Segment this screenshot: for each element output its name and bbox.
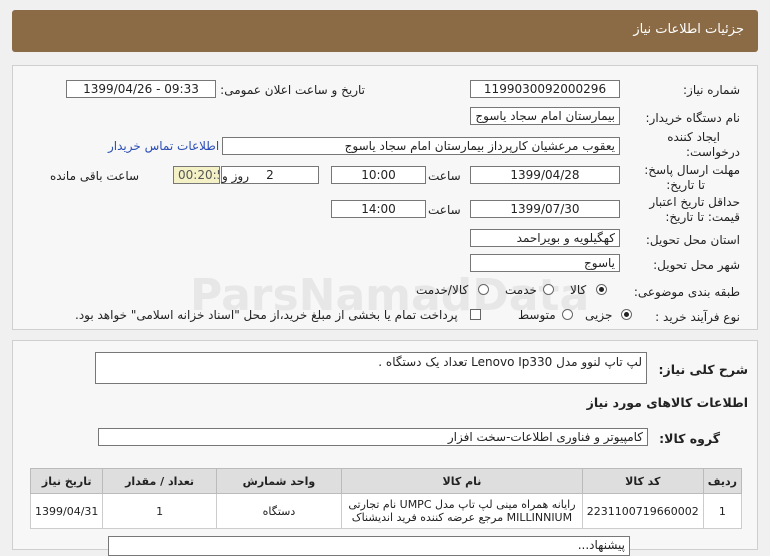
col-qty: تعداد / مقدار [102, 468, 217, 494]
row-name: رایانه همراه مینی لپ تاپ مدل UMPC نام تج… [341, 493, 583, 529]
days-label: روز و [222, 169, 249, 183]
col-date: تاریخ نیاز [29, 468, 104, 494]
province-field[interactable]: کهگیلویه و بویراحمد [470, 229, 620, 247]
need-number-field[interactable]: 1199030092000296 [470, 80, 620, 98]
validity-time-label: ساعت [428, 203, 461, 217]
category-goods-radio[interactable] [596, 284, 607, 295]
goods-table: ردیف کد کالا نام کالا واحد شمارش تعداد /… [29, 468, 743, 529]
need-number-label: شماره نیاز: [683, 83, 740, 97]
goods-footer-note: پیشنهاد... [108, 536, 630, 556]
reply-time-field[interactable]: 10:00 [331, 166, 426, 184]
validity-date-field[interactable]: 1399/07/30 [470, 200, 620, 218]
reply-deadline-label-2: تا تاریخ: [666, 178, 705, 192]
col-index: ردیف [702, 468, 743, 494]
process-medium-label: متوسط [518, 308, 556, 322]
remaining-label: ساعت باقی مانده [50, 169, 140, 183]
goods-table-header: ردیف کد کالا نام کالا واحد شمارش تعداد /… [29, 468, 743, 494]
validity-time-field[interactable]: 14:00 [331, 200, 426, 218]
buyer-contact-link[interactable]: اطلاعات تماس خریدار [108, 139, 219, 153]
announce-field[interactable]: 1399/04/26 - 09:33 [66, 80, 216, 98]
validity-label-2: قیمت: تا تاریخ: [665, 210, 740, 224]
goods-section-title: اطلاعات کالاهای مورد نیاز [586, 395, 748, 410]
table-row[interactable]: 1 2231100719660002 رایانه همراه مینی لپ … [29, 493, 743, 529]
buyer-field[interactable]: بیمارستان امام سجاد یاسوج [470, 107, 620, 125]
summary-field[interactable]: لپ تاپ لنوو مدل Lenovo Ip330 تعداد یک دس… [95, 352, 647, 384]
col-code: کد کالا [581, 468, 704, 494]
process-medium-radio[interactable] [562, 309, 573, 320]
category-both-radio[interactable] [478, 284, 489, 295]
col-name: نام کالا [341, 468, 583, 494]
city-field[interactable]: یاسوج [470, 254, 620, 272]
row-qty: 1 [102, 493, 217, 529]
announce-label: تاریخ و ساعت اعلان عمومی: [220, 83, 365, 97]
category-both-label: کالا/خدمت [416, 283, 469, 297]
treasury-payment-checkbox[interactable] [470, 309, 481, 320]
goods-group-label: گروه کالا: [659, 431, 720, 446]
row-name-line-2: MILLINNIUM مرجع عرضه کننده فرید اندیشناک [351, 511, 573, 524]
process-label: نوع فرآیند خرید : [655, 310, 740, 324]
creator-field[interactable]: یعقوب مرعشیان کارپرداز بیمارستان امام سج… [222, 137, 620, 155]
category-label: طبقه بندی موضوعی: [633, 285, 740, 299]
city-label: شهر محل تحویل: [653, 258, 740, 272]
remaining-timer: 00:20:55 [173, 166, 220, 184]
buyer-label: نام دستگاه خریدار: [645, 111, 741, 125]
category-goods-label: کالا [570, 283, 587, 297]
reply-deadline-label-1: مهلت ارسال پاسخ: [644, 163, 740, 177]
validity-label-1: حداقل تاریخ اعتبار [649, 195, 740, 209]
row-code: 2231100719660002 [581, 493, 704, 529]
category-service-radio[interactable] [543, 284, 554, 295]
process-partial-label: جزیی [585, 308, 613, 322]
category-service-label: خدمت [505, 283, 537, 297]
page-title: جزئیات اطلاعات نیاز [633, 22, 744, 37]
process-partial-radio[interactable] [621, 309, 632, 320]
col-unit: واحد شمارش [215, 468, 343, 494]
reply-date-field[interactable]: 1399/04/28 [470, 166, 620, 184]
row-unit: دستگاه [215, 493, 343, 529]
reply-time-label: ساعت [428, 169, 461, 183]
goods-group-field[interactable]: کامپیوتر و فناوری اطلاعات-سخت افزار [98, 428, 648, 446]
treasury-payment-note: پرداخت تمام یا بخشی از مبلغ خرید،از محل … [75, 308, 458, 322]
creator-label-2: درخواست: [686, 145, 740, 159]
row-date: 1399/04/31 [29, 493, 104, 529]
row-index: 1 [702, 493, 743, 529]
creator-label-1: ایجاد کننده [667, 130, 720, 144]
page-header: جزئیات اطلاعات نیاز [12, 10, 758, 52]
row-name-line-1: رایانه همراه مینی لپ تاپ مدل UMPC نام تج… [348, 498, 576, 511]
province-label: استان محل تحویل: [645, 233, 740, 247]
summary-label: شرح کلی نیاز: [658, 362, 748, 377]
